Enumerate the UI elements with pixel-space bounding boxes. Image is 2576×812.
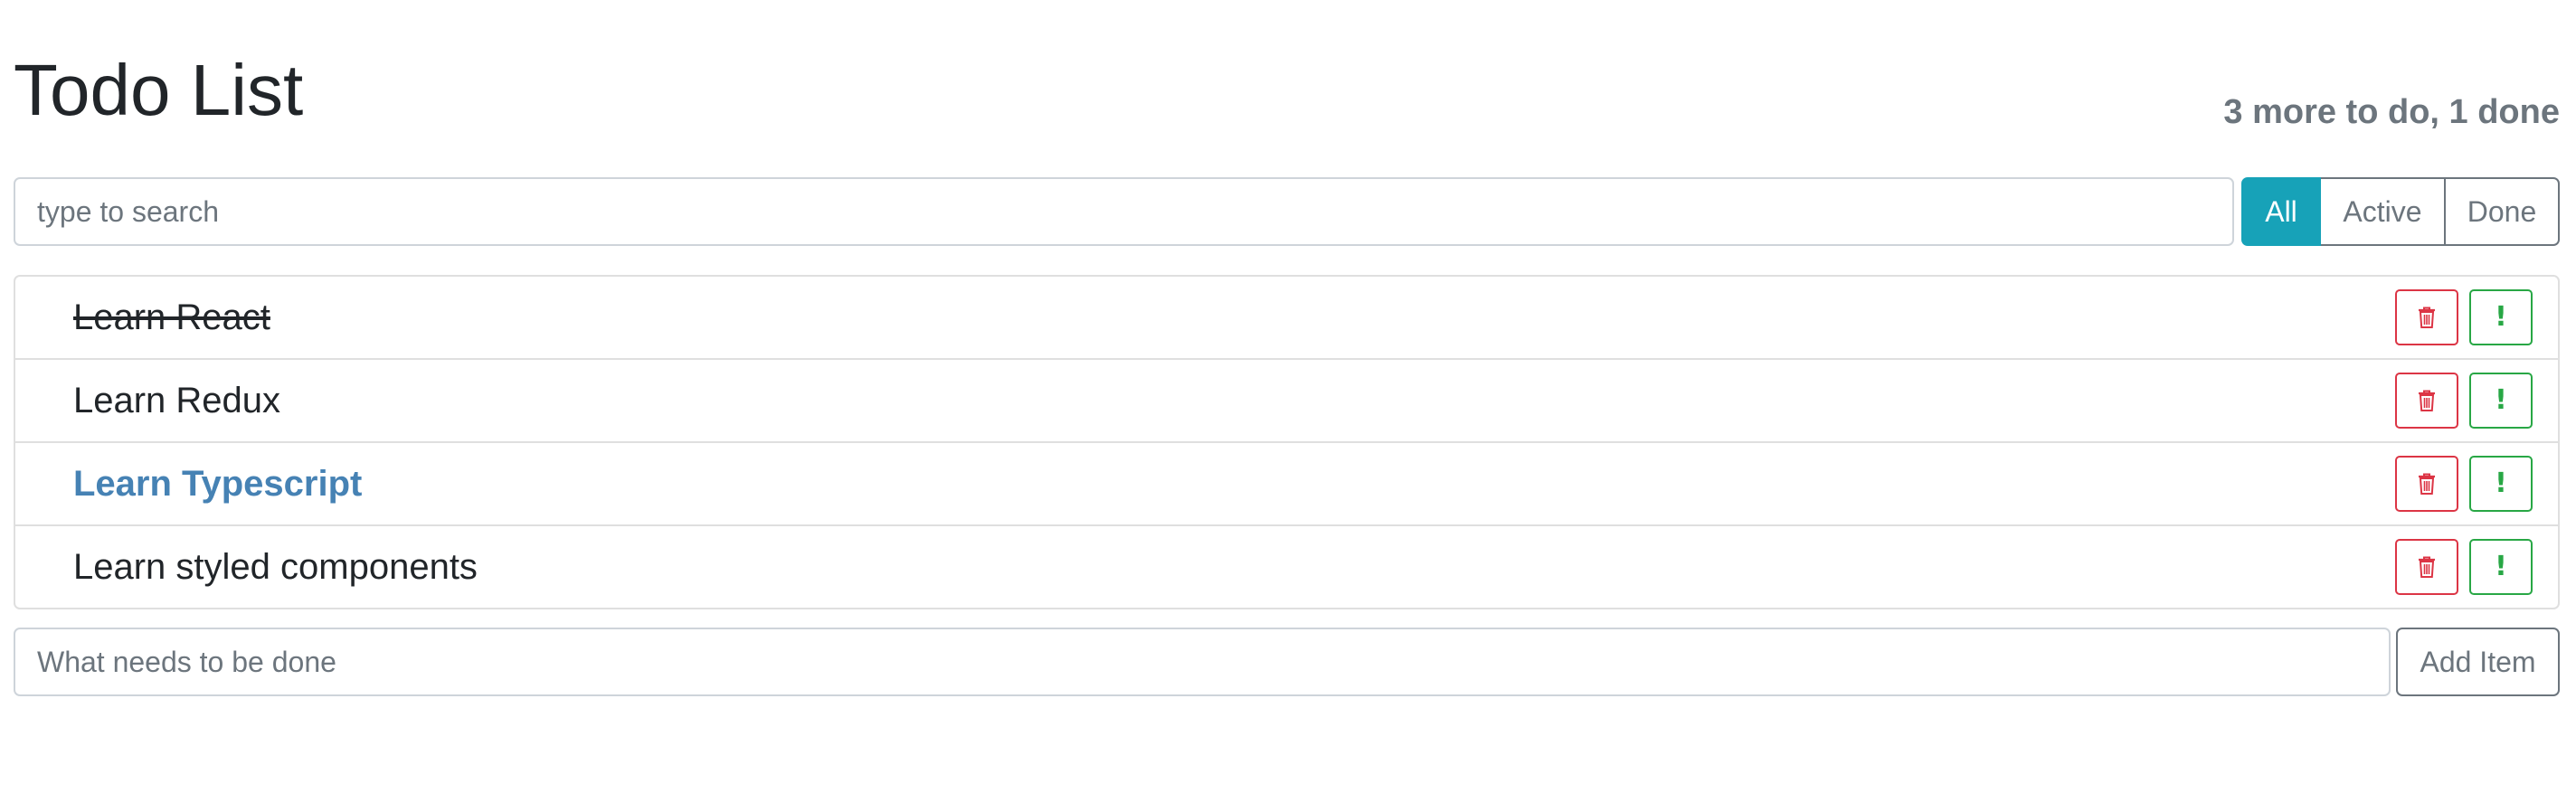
delete-item-button[interactable] [2395, 456, 2458, 512]
mark-important-button[interactable]: ! [2469, 373, 2533, 429]
delete-item-button[interactable] [2395, 289, 2458, 345]
todo-label[interactable]: Learn Typescript [73, 443, 362, 524]
status-filter: All Active Done [2241, 177, 2560, 246]
search-panel: All Active Done [14, 177, 2560, 246]
exclamation-icon: ! [2495, 301, 2507, 333]
trash-icon [2419, 556, 2435, 578]
page-title: Todo List [14, 50, 304, 130]
todo-label[interactable]: Learn React [73, 277, 270, 358]
trash-icon [2419, 390, 2435, 411]
filter-done-button[interactable]: Done [2444, 177, 2560, 246]
todo-counter: 3 more to do, 1 done [2223, 93, 2560, 131]
filter-active-button[interactable]: Active [2319, 177, 2446, 246]
exclamation-icon: ! [2495, 384, 2507, 416]
todo-list-item: Learn Redux ! [15, 360, 2558, 443]
mark-important-button[interactable]: ! [2469, 289, 2533, 345]
add-item-button[interactable]: Add Item [2396, 628, 2560, 696]
todo-label[interactable]: Learn Redux [73, 360, 280, 441]
exclamation-icon: ! [2495, 467, 2507, 499]
search-input[interactable] [14, 177, 2234, 246]
trash-icon [2419, 307, 2435, 328]
todo-app: Todo List 3 more to do, 1 done All Activ… [14, 0, 2560, 696]
exclamation-icon: ! [2495, 551, 2507, 582]
trash-icon [2419, 473, 2435, 495]
app-header: Todo List 3 more to do, 1 done [14, 0, 2560, 163]
delete-item-button[interactable] [2395, 539, 2458, 595]
add-item-form: Add Item [14, 628, 2560, 696]
todo-list: Learn React ! Learn Redux ! Learn Typesc… [14, 275, 2560, 609]
todo-list-item: Learn styled components ! [15, 526, 2558, 608]
filter-all-button[interactable]: All [2241, 177, 2321, 246]
delete-item-button[interactable] [2395, 373, 2458, 429]
new-item-input[interactable] [14, 628, 2391, 696]
mark-important-button[interactable]: ! [2469, 539, 2533, 595]
todo-list-item: Learn Typescript ! [15, 443, 2558, 526]
mark-important-button[interactable]: ! [2469, 456, 2533, 512]
todo-list-item: Learn React ! [15, 277, 2558, 360]
todo-label[interactable]: Learn styled components [73, 526, 478, 608]
